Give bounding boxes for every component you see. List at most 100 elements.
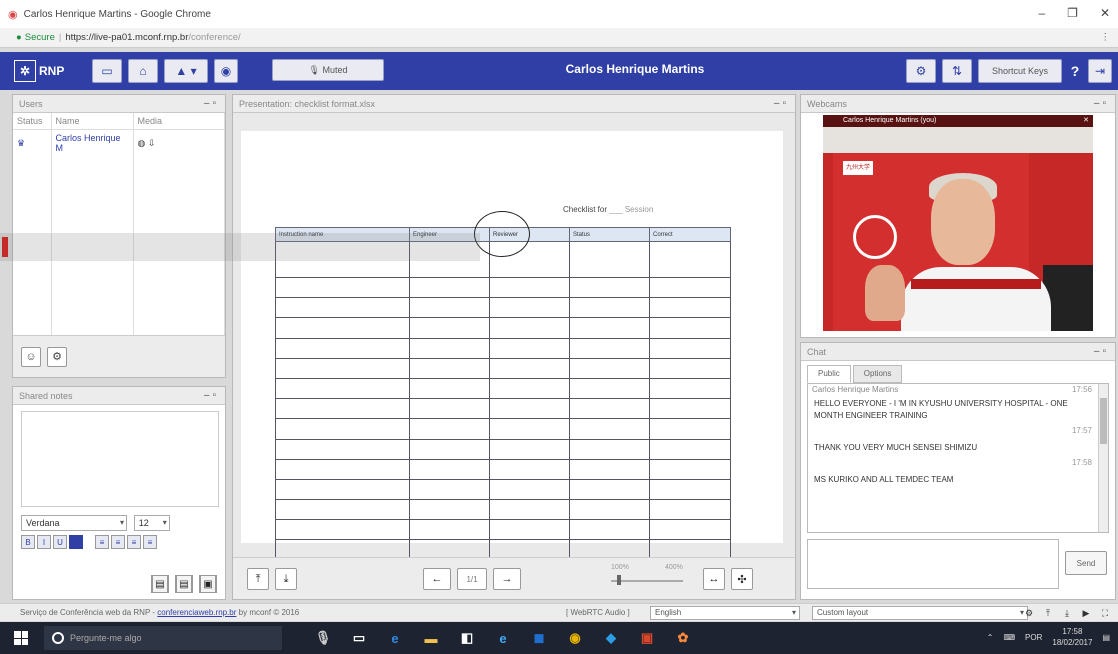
underline-button[interactable]: U: [53, 535, 67, 549]
powerpoint-icon[interactable]: ▣: [636, 628, 658, 648]
chat-panel: Chat –▫ Public Options Carlos Henrique M…: [800, 342, 1116, 600]
text-color-swatch[interactable]: [69, 535, 83, 549]
upload-layout-icon[interactable]: ⤒: [1041, 606, 1055, 620]
zoom-slider-thumb[interactable]: [617, 575, 621, 585]
windows-start-icon[interactable]: [14, 631, 28, 645]
close-window-button[interactable]: ✕: [1100, 6, 1110, 20]
table-header: Correct: [649, 227, 731, 242]
panel-window-controls[interactable]: –▫: [204, 95, 219, 113]
record-button[interactable]: ◉: [214, 59, 238, 83]
input-language[interactable]: POR: [1025, 633, 1042, 642]
task-view-icon[interactable]: ▭: [348, 628, 370, 648]
user-row[interactable]: ♛ Carlos Henrique M ◍ ⇩: [13, 129, 225, 156]
font-family-select[interactable]: Verdana ▾: [21, 515, 127, 531]
microphone-icon[interactable]: 🎙: [312, 628, 334, 648]
user-settings-button[interactable]: ⚙: [47, 346, 67, 367]
store-icon[interactable]: ◧: [456, 628, 478, 648]
italic-button[interactable]: I: [37, 535, 51, 549]
settings-button[interactable]: ⚙: [906, 59, 936, 83]
column-media[interactable]: Media: [133, 113, 225, 130]
dock-marker: [2, 237, 8, 257]
save-icon-button[interactable]: ▣: [199, 575, 217, 593]
tab-public[interactable]: Public: [807, 365, 851, 383]
column-status[interactable]: Status: [13, 113, 52, 130]
tab-options[interactable]: Options: [852, 365, 903, 383]
minimize-button[interactable]: –: [1038, 6, 1045, 20]
align-left-button[interactable]: ≡: [95, 535, 109, 549]
address-bar[interactable]: ● Secure | https://live-pa01.mconf.rnp.b…: [0, 28, 1118, 48]
align-justify-button[interactable]: ≡: [143, 535, 157, 549]
font-size-select[interactable]: 12 ▾: [133, 515, 170, 531]
gear-icon: ⚙: [915, 64, 927, 78]
audio-mode-label: [ WebRTC Audio ]: [566, 608, 630, 617]
align-right-button[interactable]: ≡: [127, 535, 141, 549]
download-layout-icon[interactable]: ⤓: [1060, 606, 1074, 620]
close-icon[interactable]: ✕: [1083, 115, 1089, 127]
app-icon[interactable]: ◆: [600, 628, 622, 648]
presentation-slide[interactable]: Checklist for ___ Session Instruction na…: [241, 131, 783, 573]
bold-button[interactable]: B: [21, 535, 35, 549]
chrome-icon: ◉: [8, 8, 18, 21]
file-explorer-icon[interactable]: ▬: [420, 628, 442, 648]
save-notes-button[interactable]: ▤: [151, 575, 169, 593]
align-center-button[interactable]: ≡: [111, 535, 125, 549]
lock-icon: ⌂: [139, 64, 147, 78]
next-slide-button[interactable]: →: [493, 568, 521, 590]
emoji-status-button[interactable]: ☺: [21, 346, 41, 367]
chrome-icon[interactable]: ◉: [564, 628, 586, 648]
mute-button[interactable]: 🎙 Muted: [272, 59, 384, 81]
fit-width-button[interactable]: ↔: [703, 568, 725, 590]
edge-icon[interactable]: e: [384, 628, 406, 648]
chat-message: THANK YOU VERY MUCH SENSEI SHIMIZU: [814, 443, 978, 452]
upload-button[interactable]: ⤒: [247, 568, 269, 590]
chat-message-list[interactable]: Carlos Henrique Martins 17:56 HELLO EVER…: [807, 383, 1109, 533]
panel-window-controls[interactable]: –▫: [204, 387, 219, 405]
table-cell: [409, 458, 490, 480]
chat-scrollbar[interactable]: [1098, 384, 1108, 532]
page-indicator[interactable]: 1/1: [457, 568, 487, 590]
table-row: [275, 317, 731, 339]
scrollbar-thumb[interactable]: [1100, 398, 1107, 444]
presenter-icon: ♛: [13, 129, 52, 156]
clock-date: 18/02/2017: [1052, 638, 1093, 647]
keyboard-icon[interactable]: ⌨: [1004, 633, 1016, 642]
maximize-button[interactable]: ❐: [1067, 6, 1078, 20]
column-name[interactable]: Name: [51, 113, 134, 130]
chat-input[interactable]: [807, 539, 1059, 589]
logout-button[interactable]: ⇥: [1088, 59, 1112, 83]
lock-settings-button[interactable]: ⌂: [128, 59, 158, 83]
send-button[interactable]: Send: [1065, 551, 1107, 575]
taskbar-clock[interactable]: 17:58 18/02/2017: [1052, 626, 1092, 648]
panel-window-controls[interactable]: –▫: [1094, 343, 1109, 361]
credit-link[interactable]: conferenciaweb.rnp.br: [157, 608, 236, 617]
zoom-slider-track[interactable]: [611, 580, 683, 582]
webcam-button[interactable]: ▲ ▾: [164, 59, 208, 83]
panel-window-controls[interactable]: –▫: [1094, 95, 1109, 113]
chevron-up-icon[interactable]: ⌃: [987, 633, 994, 642]
panel-window-controls[interactable]: –▫: [774, 95, 789, 113]
network-button[interactable]: ⇅: [942, 59, 972, 83]
gear-icon[interactable]: ⚙: [1022, 606, 1036, 620]
notification-icon[interactable]: ▤: [1102, 633, 1110, 642]
help-button[interactable]: ?: [1068, 63, 1082, 79]
play-icon[interactable]: ▶: [1079, 606, 1093, 620]
previous-slide-button[interactable]: ←: [423, 568, 451, 590]
download-button[interactable]: ⤓: [275, 568, 297, 590]
shortcut-keys-button[interactable]: Shortcut Keys: [978, 59, 1062, 83]
taskbar-search[interactable]: Pergunte-me algo: [44, 626, 282, 650]
fit-page-button[interactable]: ✣: [731, 568, 753, 590]
shared-notes-textarea[interactable]: [21, 411, 219, 507]
webcam-video[interactable]: 九州大学 Carlos Henrique Martins (you) ✕: [823, 115, 1093, 331]
screen-share-button[interactable]: ▭: [92, 59, 122, 83]
layout-select[interactable]: Custom layout ▾: [812, 606, 1028, 620]
paint-icon[interactable]: ✿: [672, 628, 694, 648]
chat-time: 17:56: [1071, 385, 1092, 394]
chat-sender: Carlos Henrique Martins: [812, 385, 899, 394]
outlook-icon[interactable]: ◼: [528, 628, 550, 648]
fullscreen-icon[interactable]: ⛶: [1098, 606, 1112, 620]
ie-icon[interactable]: e: [492, 628, 514, 648]
export-notes-button[interactable]: ▤: [175, 575, 193, 593]
table-cell: [489, 317, 570, 339]
browser-menu-icon[interactable]: ⋮: [1101, 32, 1111, 43]
language-select[interactable]: English ▾: [650, 606, 800, 620]
